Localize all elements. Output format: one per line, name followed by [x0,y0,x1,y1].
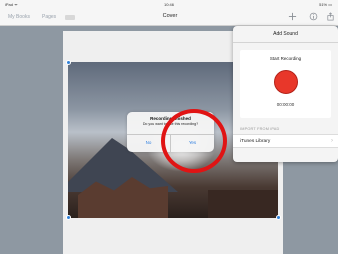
page-title: Cover [162,13,178,19]
record-button[interactable] [274,70,298,94]
recording-timer: 00:00:00 [276,102,295,107]
popover-title: Add Sound [273,31,298,37]
clock-label: 10:46 [163,2,174,7]
undo-button[interactable] [65,15,75,20]
ipad-screen: iPad ᯤ 10:46 51% ▭ My Books Pages Cover [0,0,338,254]
resize-handle-bottom-left[interactable] [66,215,71,220]
record-card: Start Recording 00:00:00 [240,50,331,118]
itunes-library-label: iTunes Library [240,139,271,144]
building-right-shape [208,190,278,218]
itunes-library-item[interactable]: iTunes Library › [233,134,338,148]
plus-icon[interactable] [288,12,297,21]
add-sound-popover: Add Sound Start Recording 00:00:00 IMPOR… [233,26,338,162]
highlight-circle [161,109,227,173]
my-books-button[interactable]: My Books [8,14,30,20]
resize-handle-bottom-right[interactable] [276,215,281,220]
start-recording-label: Start Recording [269,56,302,61]
status-bar: iPad ᯤ 10:46 51% ▭ [0,0,338,9]
info-icon[interactable] [309,12,318,21]
battery-label: 51% ▭ [319,2,332,7]
import-section-header: IMPORT FROM iPAD [240,127,280,131]
share-icon[interactable] [326,12,335,21]
pages-button[interactable]: Pages [42,14,56,20]
popover-divider [233,42,338,43]
resize-handle-top-left[interactable] [66,60,71,65]
chevron-right-icon: › [331,138,333,144]
navigation-bar: My Books Pages Cover [0,9,338,26]
carrier-label: iPad ᯤ [5,2,18,7]
